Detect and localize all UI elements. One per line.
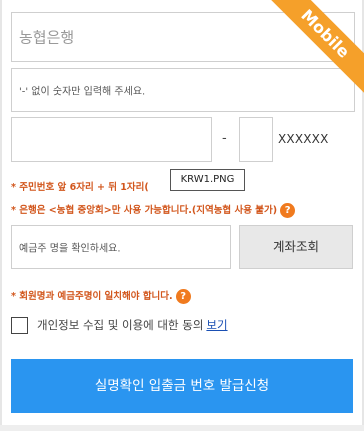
- rrn-back-input[interactable]: [239, 117, 273, 162]
- rrn-note: * 주민번호 앞 6자리 + 뒤 1자리(: [11, 179, 149, 193]
- account-number-input[interactable]: '-' 없이 숫자만 입력해 주세요.: [11, 68, 355, 112]
- account-number-placeholder: '-' 없이 숫자만 입력해 주세요.: [19, 86, 146, 98]
- consent-checkbox[interactable]: [11, 316, 28, 334]
- consent-row: 개인정보 수집 및 이용에 대한 동의 보기: [11, 315, 228, 335]
- consent-label: 개인정보 수집 및 이용에 대한 동의: [37, 318, 204, 332]
- bank-name-placeholder: 농협은행: [19, 28, 75, 47]
- rrn-masked-digits: XXXXXX: [278, 132, 329, 146]
- consent-view-link[interactable]: 보기: [206, 317, 227, 333]
- image-filename-tooltip: KRW1.PNG: [170, 169, 245, 191]
- name-match-note: * 회원명과 예금주명이 일치해야 합니다.?: [11, 288, 191, 304]
- account-holder-placeholder: 예금주 명을 확인하세요.: [19, 243, 121, 255]
- rrn-front-input[interactable]: [11, 117, 212, 162]
- rrn-separator: -: [222, 131, 227, 146]
- bottom-divider: [0, 425, 364, 431]
- help-icon[interactable]: ?: [280, 203, 296, 218]
- help-icon[interactable]: ?: [175, 289, 191, 304]
- name-match-note-text: * 회원명과 예금주명이 일치해야 합니다.: [11, 291, 173, 302]
- bank-note-text: * 은행은 <농협 중앙회>만 사용 가능합니다.(지역농협 사용 불가): [11, 205, 278, 216]
- account-holder-field[interactable]: 예금주 명을 확인하세요.: [11, 225, 231, 269]
- account-inquiry-button[interactable]: 계좌조회: [239, 225, 353, 269]
- submit-button[interactable]: 실명확인 입출금 번호 발급신청: [11, 359, 353, 413]
- bank-note: * 은행은 <농협 중앙회>만 사용 가능합니다.(지역농협 사용 불가)?: [11, 202, 296, 218]
- rrn-note-text: * 주민번호 앞 6자리 + 뒤 1자리(: [11, 182, 149, 193]
